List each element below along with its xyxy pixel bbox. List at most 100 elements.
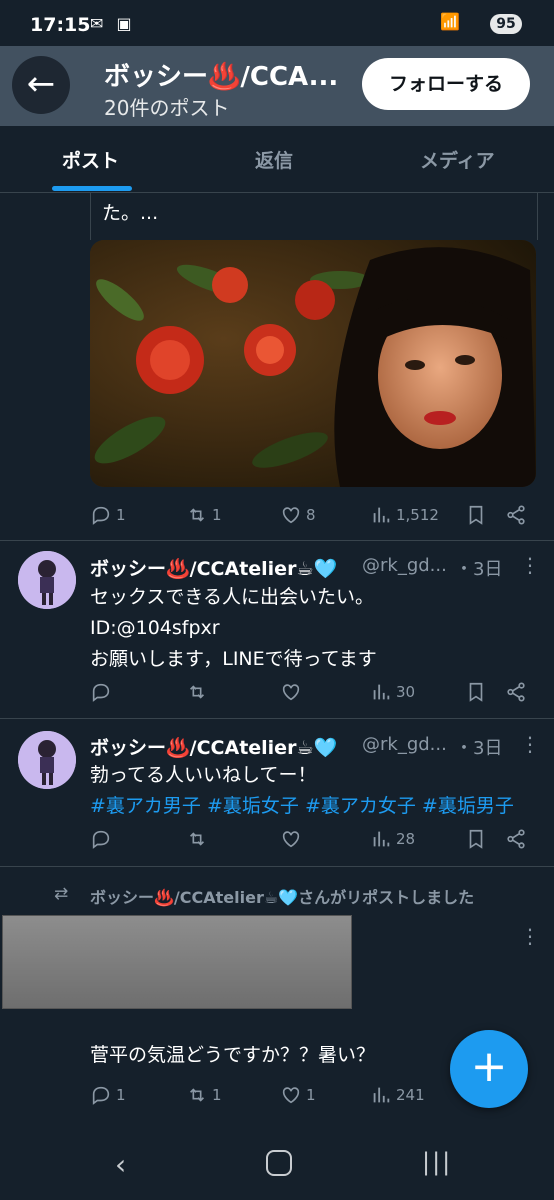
nav-back-icon[interactable]: ‹: [115, 1148, 126, 1181]
active-tab-indicator: [52, 186, 132, 191]
post-time: ・3日: [455, 559, 503, 580]
share-icon: [507, 829, 525, 849]
post-count: 20件のポスト: [104, 96, 230, 120]
views-button[interactable]: 28: [370, 828, 415, 850]
nav-recents-icon[interactable]: |||: [422, 1148, 452, 1176]
avatar[interactable]: [18, 551, 76, 609]
view-count: 30: [396, 683, 416, 701]
bookmark-icon: [469, 829, 483, 849]
reply-icon: [92, 830, 110, 849]
like-count: 8: [306, 506, 316, 524]
reply-button[interactable]: [90, 828, 112, 850]
tab-posts[interactable]: ポスト: [62, 146, 119, 173]
like-button[interactable]: 8: [280, 504, 316, 526]
repost-notice[interactable]: ボッシー♨️/CCAtelier☕🩵さんがリポストしました: [90, 884, 474, 908]
share-button[interactable]: [505, 504, 527, 526]
post-text-line: 勃ってる人いいねしてー！: [90, 764, 317, 786]
repost-button[interactable]: 1: [186, 504, 222, 526]
divider: [0, 718, 554, 719]
reply-count: 1: [116, 1086, 126, 1104]
back-arrow-icon: ←: [26, 64, 56, 104]
reply-button[interactable]: 1: [90, 1084, 126, 1106]
author-handle[interactable]: @rk_gd...: [362, 555, 447, 576]
bookmark-icon: [469, 505, 483, 525]
repost-icon: [189, 832, 205, 846]
share-button[interactable]: [505, 681, 527, 703]
heart-icon: [282, 507, 300, 524]
photo-illustration: [90, 240, 536, 487]
tab-media[interactable]: メディア: [420, 146, 495, 173]
like-button[interactable]: 1: [280, 1084, 316, 1106]
hashtag-link[interactable]: #裏アカ男子: [90, 795, 201, 817]
views-icon: [373, 507, 390, 523]
repost-button[interactable]: [186, 828, 208, 850]
status-time: 17:15: [30, 14, 91, 36]
avatar[interactable]: [18, 731, 76, 789]
bookmark-button[interactable]: [465, 681, 487, 703]
repost-icon: ⇄: [54, 884, 69, 904]
repost-button[interactable]: [186, 681, 208, 703]
tab-replies[interactable]: 返信: [255, 146, 293, 173]
hashtag-link[interactable]: #裏垢女子: [207, 795, 299, 817]
author-name[interactable]: ボッシー♨️/CCAtelier☕🩵: [90, 733, 337, 760]
notification-icons: ✉ ▣: [90, 14, 136, 33]
views-icon: [373, 1087, 390, 1103]
divider: [0, 866, 554, 867]
reply-button[interactable]: 1: [90, 504, 126, 526]
like-button[interactable]: [280, 828, 302, 850]
share-button[interactable]: [505, 828, 527, 850]
views-button[interactable]: 30: [370, 681, 415, 703]
system-navigation-bar: ‹ |||: [0, 1130, 554, 1200]
more-options-icon[interactable]: ⋮: [520, 732, 540, 756]
like-button[interactable]: [280, 681, 302, 703]
post-image[interactable]: [90, 240, 536, 487]
views-icon: [373, 831, 390, 847]
reply-icon: [92, 683, 110, 702]
more-options-icon[interactable]: ⋮: [520, 924, 540, 948]
views-button[interactable]: 241: [370, 1084, 425, 1106]
reply-button[interactable]: [90, 681, 112, 703]
heart-icon: [282, 1087, 300, 1104]
back-button[interactable]: ←: [12, 56, 70, 114]
battery-badge: 95: [490, 14, 522, 34]
reply-count: 1: [116, 506, 126, 524]
follow-button[interactable]: フォローする: [362, 58, 530, 110]
bookmark-button[interactable]: [465, 504, 487, 526]
author-name[interactable]: ボッシー♨️/CCAtelier☕🩵: [90, 554, 337, 581]
heart-icon: [282, 684, 300, 701]
compose-post-button[interactable]: +: [450, 1030, 528, 1108]
status-bar: 17:15 ✉ ▣ 📶 95: [0, 0, 554, 48]
repost-button[interactable]: 1: [186, 1084, 222, 1106]
like-count: 1: [306, 1086, 316, 1104]
bookmark-button[interactable]: [465, 828, 487, 850]
avatar-illustration: [18, 731, 76, 789]
profile-title: ボッシー♨️/CCA...: [104, 62, 339, 92]
reply-icon: [92, 506, 110, 525]
repost-icon: [189, 1088, 205, 1102]
views-button[interactable]: 1,512: [370, 504, 439, 526]
post-text[interactable]: 菅平の気温どうですか？？暑い？: [90, 1040, 375, 1071]
more-options-icon[interactable]: ⋮: [520, 553, 540, 577]
author-handle[interactable]: @rk_gd...: [362, 734, 447, 755]
divider: [0, 540, 554, 541]
post-text[interactable]: セックスできる人に出会いたい。 ID:@104sfpxr お願いします，LINE…: [90, 582, 377, 675]
post-text-line: ID:@104sfpxr: [90, 617, 220, 639]
redacted-block: [2, 915, 352, 1009]
profile-header: ← ボッシー♨️/CCA... 20件のポスト フォローする: [0, 46, 554, 126]
hashtag-link[interactable]: #裏アカ女子: [305, 795, 416, 817]
avatar-illustration: [18, 551, 76, 609]
reply-icon: [92, 1086, 110, 1105]
repost-count: 1: [212, 506, 222, 524]
views-icon: [373, 684, 390, 700]
share-icon: [507, 682, 525, 702]
post-text-line: セックスできる人に出会いたい。: [90, 586, 375, 608]
profile-tabs: ポスト 返信 メディア: [0, 126, 554, 193]
nav-home-icon[interactable]: [266, 1150, 292, 1176]
repost-count: 1: [212, 1086, 222, 1104]
hashtag-link[interactable]: #裏垢男子: [422, 795, 514, 817]
post-text[interactable]: た。...: [102, 198, 158, 229]
post-time: ・3日: [455, 738, 503, 759]
view-count: 1,512: [396, 506, 439, 524]
post-text[interactable]: 勃ってる人いいねしてー！ #裏アカ男子 #裏垢女子 #裏アカ女子 #裏垢男子: [90, 760, 540, 822]
share-icon: [507, 505, 525, 525]
